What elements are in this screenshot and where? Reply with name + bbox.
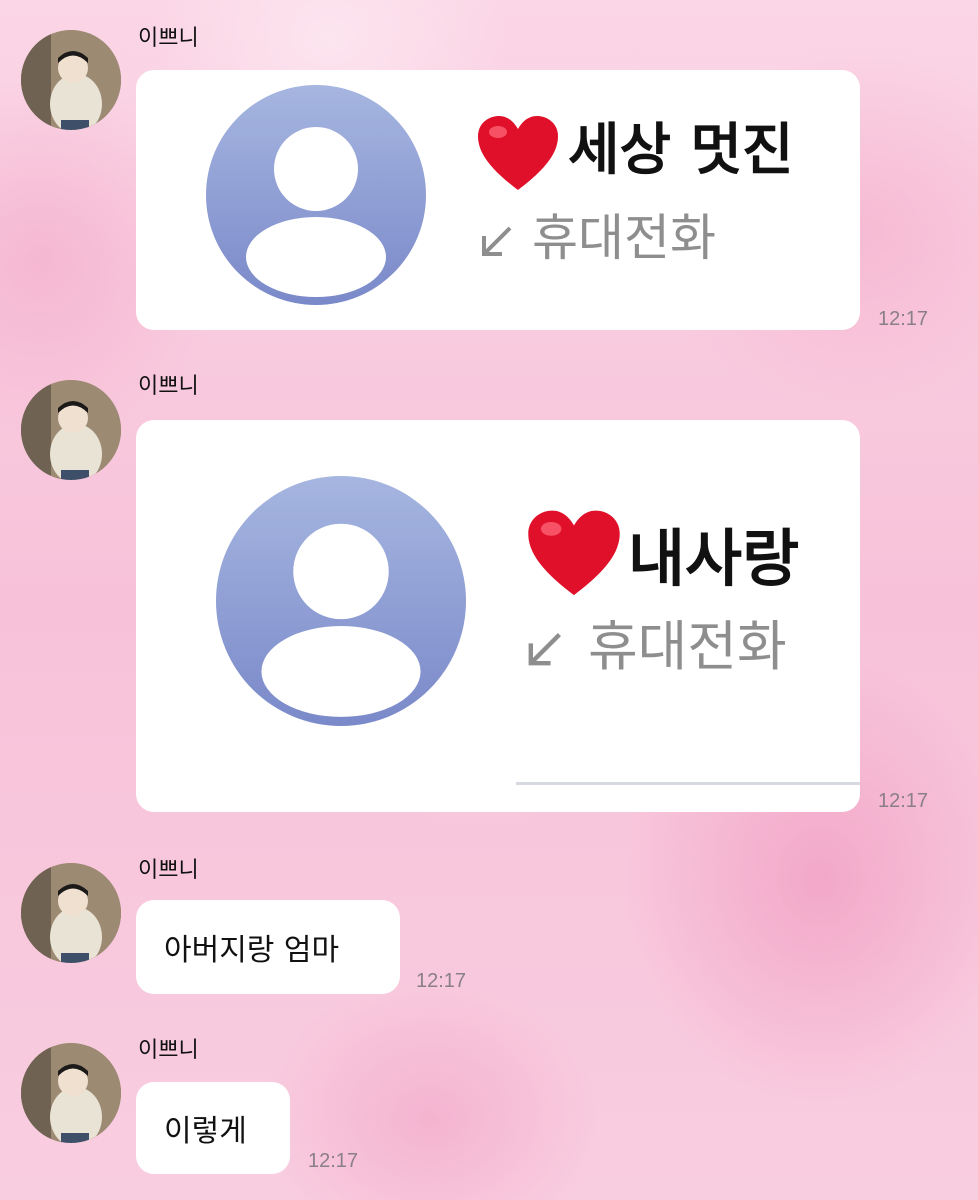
avatar-photo-icon (21, 30, 121, 130)
contact-label: 휴대전화 (588, 615, 787, 678)
contact-card-bubble[interactable]: 내사랑 휴대전화 (136, 420, 860, 812)
avatar-photo-icon (21, 863, 121, 963)
sender-name: 이쁘니 (138, 26, 199, 51)
message-bubble[interactable]: 이렇게 (136, 1082, 290, 1174)
sender-name: 이쁘니 (138, 1038, 199, 1063)
contact-card-bubble[interactable]: 세상 멋진 휴대전화 (136, 70, 860, 330)
avatar-photo-icon (21, 1043, 121, 1143)
incoming-call-arrow-icon (528, 633, 561, 666)
incoming-call-arrow-icon (482, 226, 512, 256)
sender-name: 이쁘니 (138, 374, 199, 399)
message-time: 12:17 (878, 790, 929, 812)
sender-avatar[interactable] (21, 380, 121, 480)
person-icon (206, 85, 426, 305)
card-divider (516, 782, 860, 785)
message-bubble[interactable]: 아버지랑 엄마 (136, 900, 400, 994)
message-time: 12:17 (878, 308, 929, 330)
message-time: 12:17 (308, 1150, 359, 1172)
sender-name: 이쁘니 (138, 858, 199, 883)
heart-icon (528, 510, 620, 596)
contact-name: 내사랑 (628, 522, 800, 595)
heart-icon (478, 116, 558, 190)
contact-label: 휴대전화 (532, 209, 716, 267)
person-icon (216, 476, 466, 726)
sender-avatar[interactable] (21, 1043, 121, 1143)
sender-avatar[interactable] (21, 863, 121, 963)
message-time: 12:17 (416, 970, 467, 992)
contact-name: 세상 멋진 (568, 118, 794, 183)
avatar-photo-icon (21, 380, 121, 480)
sender-avatar[interactable] (21, 30, 121, 130)
